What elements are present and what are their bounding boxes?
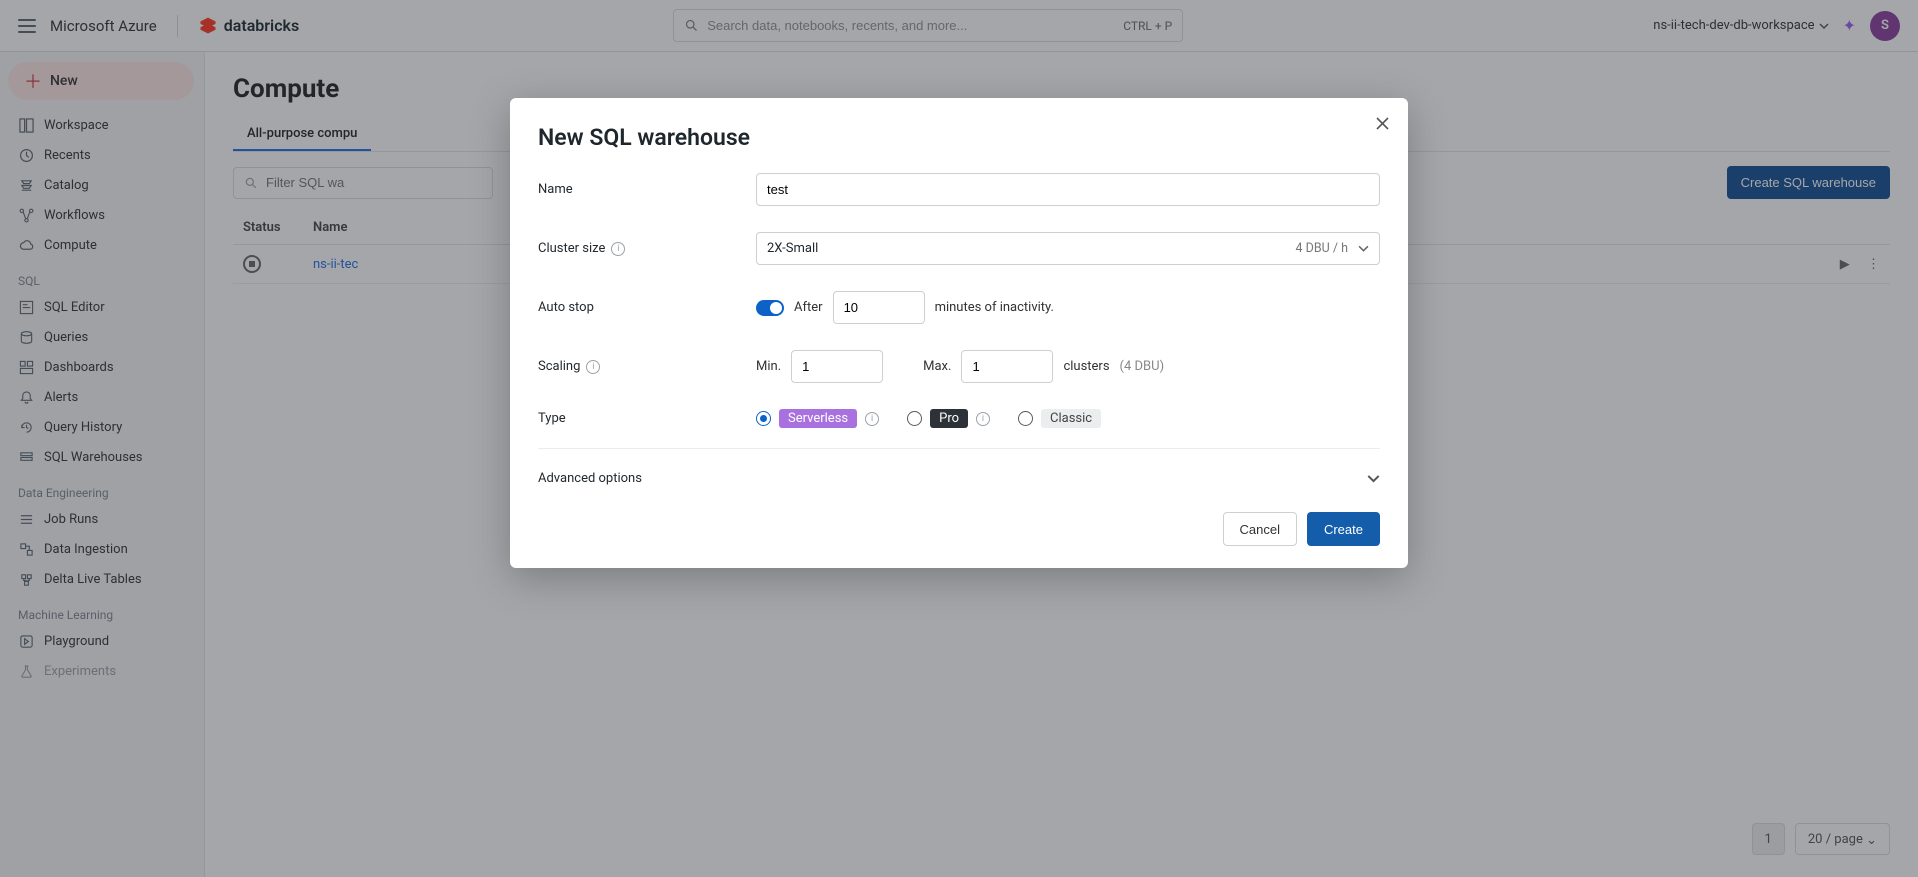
info-icon[interactable]: i (976, 412, 990, 426)
chevron-down-icon (1358, 243, 1369, 254)
create-button[interactable]: Create (1307, 512, 1380, 546)
type-serverless-radio[interactable] (756, 411, 771, 426)
label-cluster-size: Cluster size i (538, 241, 756, 256)
dialog-overlay[interactable]: New SQL warehouse Name Cluster size i 2X… (0, 0, 1918, 877)
info-icon[interactable]: i (586, 360, 600, 374)
chip-classic: Classic (1041, 409, 1101, 428)
scaling-min-label: Min. (756, 359, 781, 374)
label-scaling-text: Scaling (538, 359, 580, 374)
auto-stop-toggle[interactable] (756, 300, 784, 316)
info-icon[interactable]: i (611, 242, 625, 256)
label-cluster-size-text: Cluster size (538, 241, 605, 256)
divider (538, 448, 1380, 449)
chevron-down-icon (1367, 472, 1380, 485)
label-scaling: Scaling i (538, 359, 756, 374)
cluster-size-dbu: 4 DBU / h (1296, 241, 1348, 256)
close-icon (1375, 116, 1390, 131)
auto-stop-suffix: minutes of inactivity. (935, 300, 1054, 315)
label-name: Name (538, 182, 756, 197)
auto-stop-after: After (794, 300, 823, 315)
auto-stop-minutes-input[interactable] (833, 291, 925, 324)
chip-serverless: Serverless (779, 409, 857, 428)
type-pro-radio[interactable] (907, 411, 922, 426)
label-auto-stop: Auto stop (538, 300, 756, 315)
cluster-size-value: 2X-Small (767, 241, 818, 256)
scaling-max-input[interactable] (961, 350, 1053, 383)
type-classic-radio[interactable] (1018, 411, 1033, 426)
cluster-size-select[interactable]: 2X-Small 4 DBU / h (756, 232, 1380, 265)
scaling-clusters-label: clusters (1063, 359, 1109, 374)
close-dialog-button[interactable] (1375, 116, 1390, 131)
scaling-min-input[interactable] (791, 350, 883, 383)
scaling-max-label: Max. (923, 359, 951, 374)
chip-pro: Pro (930, 409, 968, 428)
new-sql-warehouse-dialog: New SQL warehouse Name Cluster size i 2X… (510, 98, 1408, 568)
name-input[interactable] (756, 173, 1380, 206)
advanced-options-label: Advanced options (538, 471, 642, 486)
dialog-title: New SQL warehouse (538, 124, 1380, 151)
type-radio-group: Serverless i Pro i Classic (756, 409, 1101, 428)
label-type: Type (538, 411, 756, 426)
info-icon[interactable]: i (865, 412, 879, 426)
advanced-options-toggle[interactable]: Advanced options (538, 467, 1380, 490)
scaling-dbu: (4 DBU) (1120, 359, 1165, 374)
cancel-button[interactable]: Cancel (1223, 512, 1297, 546)
